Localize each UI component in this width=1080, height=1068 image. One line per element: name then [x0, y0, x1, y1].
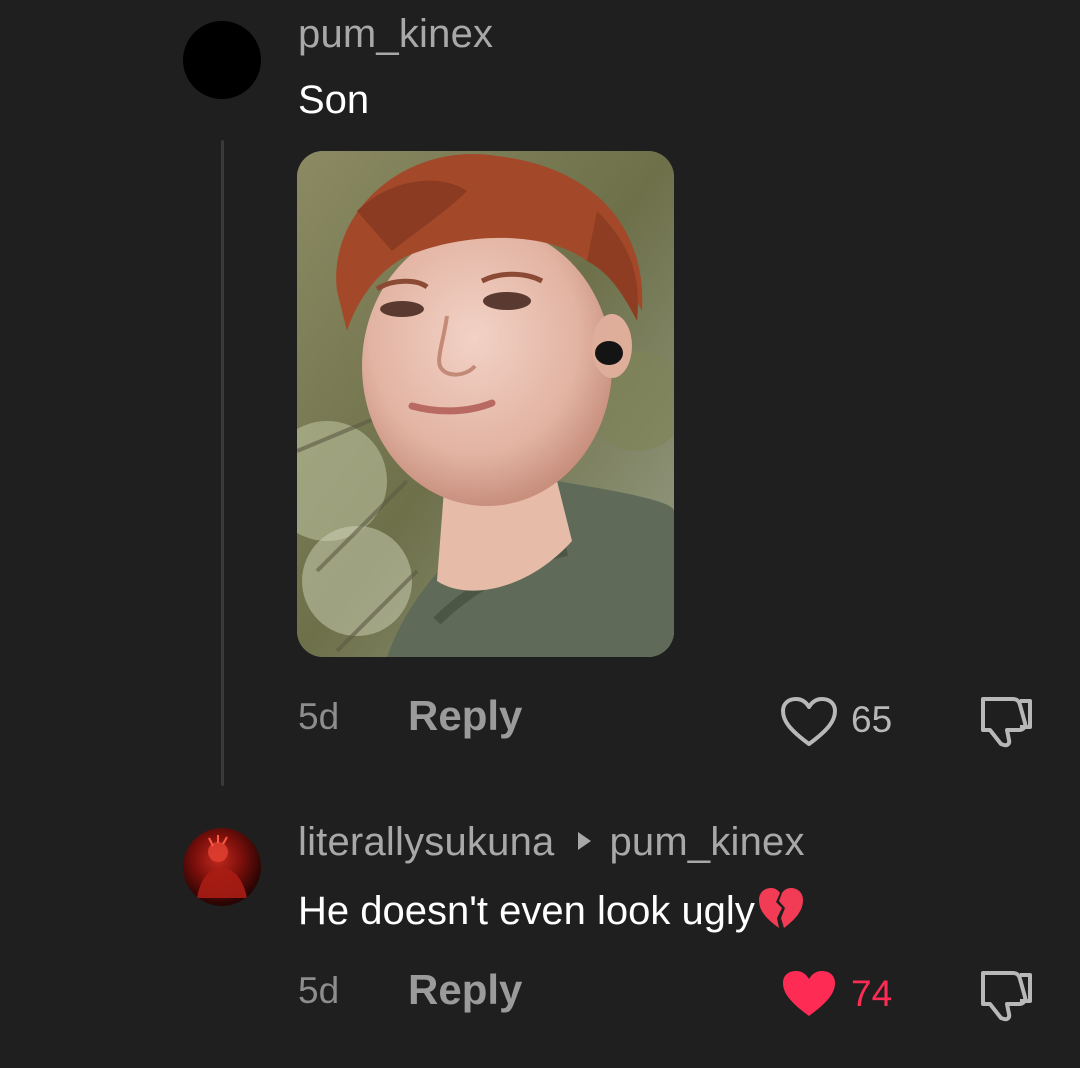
like-count: 65	[851, 699, 893, 740]
heart-filled-icon[interactable]	[780, 968, 838, 1020]
like-count: 74	[851, 973, 893, 1014]
reply-button[interactable]: Reply	[408, 692, 522, 740]
reply-button[interactable]: Reply	[408, 966, 522, 1014]
reply-to-username[interactable]: pum_kinex	[609, 820, 804, 864]
comment-username[interactable]: pum_kinex	[298, 12, 493, 57]
broken-heart-icon	[758, 888, 803, 928]
comment-photo[interactable]	[297, 151, 674, 657]
comment-username-line: literallysukuna pum_kinex	[298, 820, 805, 865]
avatar[interactable]	[183, 21, 261, 99]
comment-timestamp: 5d	[298, 970, 340, 1011]
thumbs-down-icon[interactable]	[975, 967, 1035, 1023]
avatar[interactable]	[183, 828, 261, 906]
comment-username[interactable]: literallysukuna	[298, 820, 554, 864]
thread-line	[221, 140, 224, 786]
heart-outline-icon[interactable]	[780, 696, 838, 748]
comment-text: Son	[298, 78, 370, 122]
comment-text: He doesn't even look ugly	[298, 889, 755, 933]
caret-right-icon	[578, 832, 592, 850]
comment-text-line: He doesn't even look ugly	[298, 886, 805, 934]
comment-timestamp: 5d	[298, 696, 340, 737]
thumbs-down-icon[interactable]	[975, 693, 1035, 749]
